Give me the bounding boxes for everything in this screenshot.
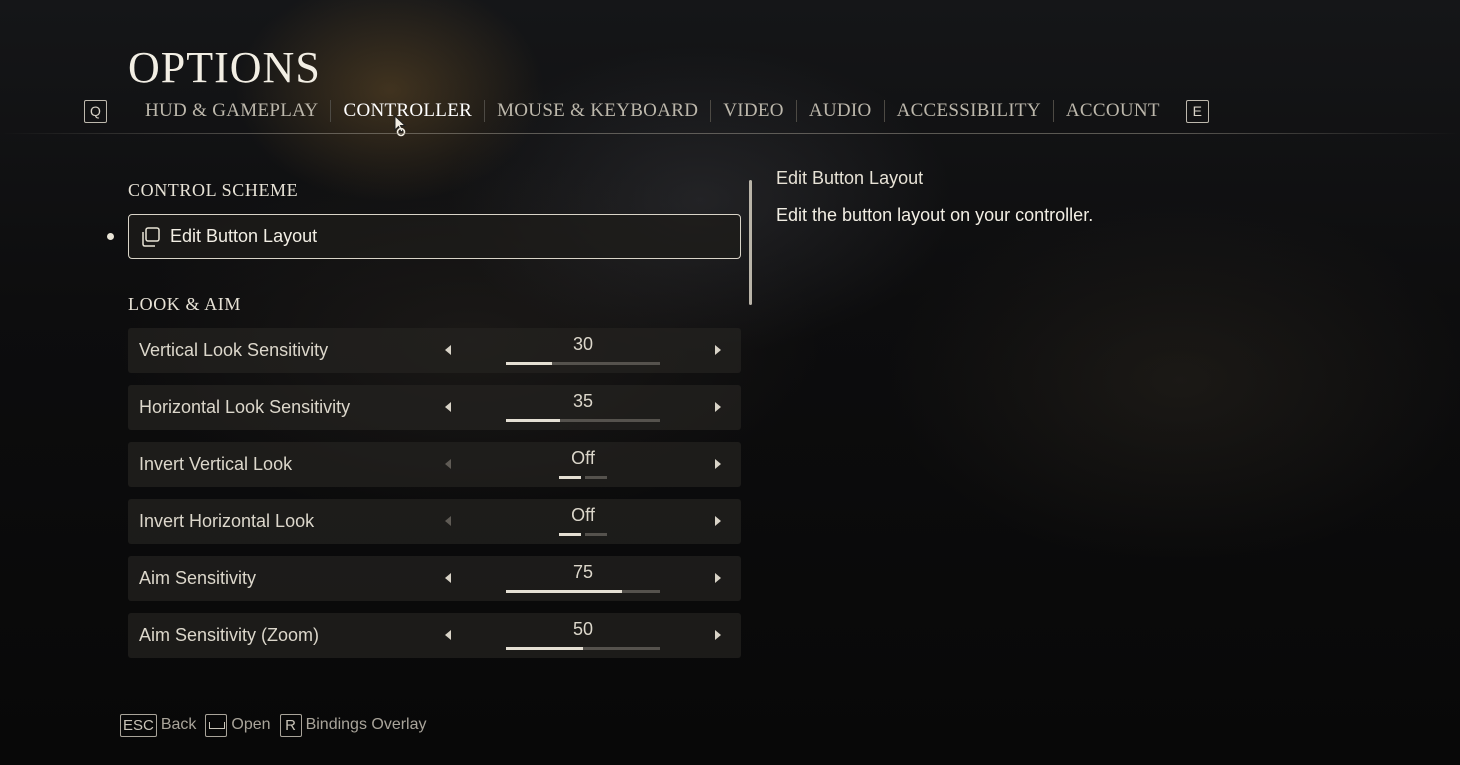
- toggle-segment-off: [559, 533, 581, 536]
- setting-value: 75: [572, 562, 594, 582]
- bindings-overlay-label[interactable]: Bindings Overlay: [306, 716, 427, 734]
- slider-track[interactable]: [506, 419, 660, 422]
- prev-tab-key[interactable]: Q: [84, 99, 107, 123]
- description-text: Edit the button layout on your controlle…: [776, 205, 1094, 225]
- tab-underline-divider: [0, 133, 1460, 134]
- setting-value: Off: [571, 448, 595, 468]
- setting-aim-sensitivity-zoom[interactable]: Aim Sensitivity (Zoom) 50: [128, 613, 741, 658]
- decrease-arrow-icon[interactable]: [445, 402, 451, 412]
- tab-video[interactable]: VIDEO: [711, 100, 796, 122]
- increase-arrow-icon[interactable]: [715, 459, 721, 469]
- setting-vertical-look-sensitivity[interactable]: Vertical Look Sensitivity 30: [128, 328, 741, 373]
- slider-fill: [506, 647, 583, 650]
- setting-label: Horizontal Look Sensitivity: [139, 397, 351, 417]
- slider-track[interactable]: [506, 590, 660, 593]
- toggle-segment-on: [585, 476, 607, 479]
- slider-track[interactable]: [506, 362, 660, 365]
- edit-button-layout-button[interactable]: Edit Button Layout: [128, 214, 741, 259]
- tab-accessibility[interactable]: ACCESSIBILITY: [885, 100, 1053, 122]
- setting-value: 35: [572, 391, 594, 411]
- scrollbar[interactable]: [749, 180, 752, 305]
- slider-fill: [506, 590, 622, 593]
- r-key-hint[interactable]: R: [279, 713, 302, 737]
- toggle-indicator: [559, 533, 607, 536]
- tab-mouse-keyboard[interactable]: MOUSE & KEYBOARD: [485, 100, 710, 122]
- selection-indicator: [107, 233, 114, 240]
- increase-arrow-icon[interactable]: [715, 345, 721, 355]
- toggle-indicator: [559, 476, 607, 479]
- setting-value: 30: [572, 334, 594, 354]
- setting-label: Aim Sensitivity: [139, 568, 257, 588]
- setting-label: Aim Sensitivity (Zoom): [139, 625, 320, 645]
- tab-hud-gameplay[interactable]: HUD & GAMEPLAY: [133, 100, 330, 122]
- setting-invert-vertical-look[interactable]: Invert Vertical Look Off: [128, 442, 741, 487]
- slider-fill: [506, 419, 560, 422]
- increase-arrow-icon[interactable]: [715, 573, 721, 583]
- open-label[interactable]: Open: [231, 716, 270, 734]
- toggle-segment-off: [559, 476, 581, 479]
- tab-audio[interactable]: AUDIO: [797, 100, 884, 122]
- decrease-arrow-icon[interactable]: [445, 573, 451, 583]
- edit-button-layout-label: Edit Button Layout: [170, 226, 318, 246]
- increase-arrow-icon[interactable]: [715, 630, 721, 640]
- footer-hints: ESC Back Open R Bindings Overlay: [120, 713, 436, 737]
- decrease-arrow-icon[interactable]: [445, 630, 451, 640]
- section-title-control-scheme: CONTROL SCHEME: [128, 180, 299, 200]
- decrease-arrow-icon[interactable]: [445, 345, 451, 355]
- back-label[interactable]: Back: [161, 716, 197, 734]
- setting-label: Invert Horizontal Look: [139, 511, 315, 531]
- page-title: OPTIONS: [128, 43, 321, 92]
- decrease-arrow-icon[interactable]: [445, 516, 451, 526]
- tab-bar: Q HUD & GAMEPLAY CONTROLLER MOUSE & KEYB…: [84, 96, 1209, 126]
- tab-account[interactable]: ACCOUNT: [1054, 100, 1172, 122]
- copy-layout-icon: [142, 226, 160, 247]
- decrease-arrow-icon[interactable]: [445, 459, 451, 469]
- esc-key-hint[interactable]: ESC: [120, 713, 157, 737]
- setting-value: Off: [571, 505, 595, 525]
- slider-fill: [506, 362, 553, 365]
- setting-value: 50: [572, 619, 594, 639]
- description-title: Edit Button Layout: [776, 168, 924, 188]
- space-key-icon[interactable]: [205, 713, 228, 737]
- toggle-segment-on: [585, 533, 607, 536]
- setting-invert-horizontal-look[interactable]: Invert Horizontal Look Off: [128, 499, 741, 544]
- increase-arrow-icon[interactable]: [715, 402, 721, 412]
- section-title-look-aim: LOOK & AIM: [128, 294, 241, 314]
- next-tab-key[interactable]: E: [1185, 99, 1209, 123]
- setting-aim-sensitivity[interactable]: Aim Sensitivity 75: [128, 556, 741, 601]
- increase-arrow-icon[interactable]: [715, 516, 721, 526]
- slider-track[interactable]: [506, 647, 660, 650]
- setting-label: Vertical Look Sensitivity: [139, 340, 329, 360]
- setting-horizontal-look-sensitivity[interactable]: Horizontal Look Sensitivity 35: [128, 385, 741, 430]
- setting-label: Invert Vertical Look: [139, 454, 293, 474]
